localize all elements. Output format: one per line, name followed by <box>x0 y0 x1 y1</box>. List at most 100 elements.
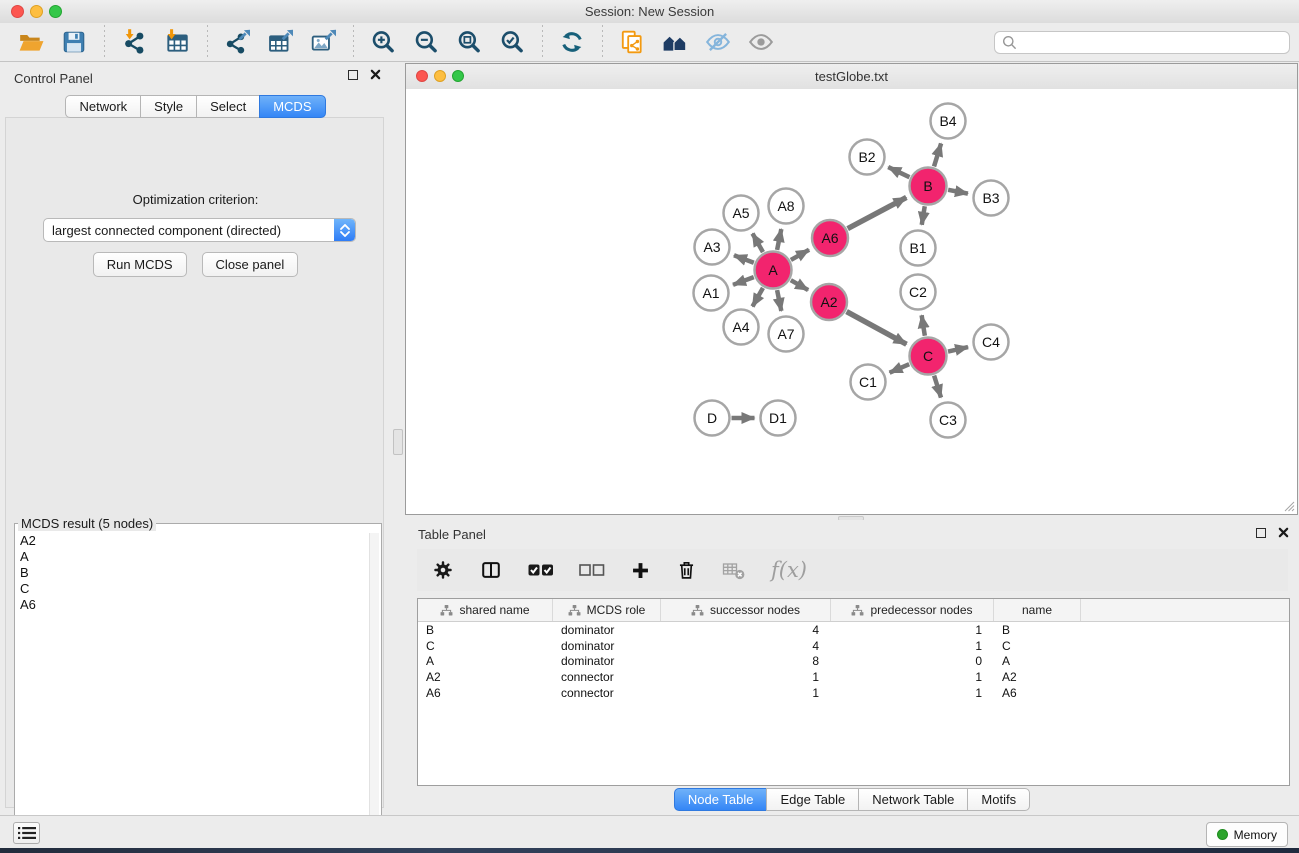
graph-edge-A2-C[interactable] <box>847 312 907 345</box>
mcds-result-item[interactable]: A2 <box>20 533 381 549</box>
network-window-titlebar[interactable]: testGlobe.txt <box>406 64 1297 90</box>
hide-selected-button[interactable] <box>699 25 737 59</box>
graph-edge-A-A6[interactable] <box>791 250 809 260</box>
table-tab-motifs[interactable]: Motifs <box>967 788 1030 811</box>
tab-mcds[interactable]: MCDS <box>259 95 325 118</box>
graph-node-B1[interactable]: B1 <box>901 231 936 266</box>
graph-node-C2[interactable]: C2 <box>901 275 936 310</box>
task-history-button[interactable] <box>13 822 40 844</box>
table-tab-edge-table[interactable]: Edge Table <box>766 788 859 811</box>
graph-node-A6[interactable]: A6 <box>812 220 848 256</box>
zoom-out-button[interactable] <box>407 25 445 59</box>
mcds-result-item[interactable]: A <box>20 549 381 565</box>
tab-style[interactable]: Style <box>140 95 197 118</box>
graph-node-B4[interactable]: B4 <box>931 104 966 139</box>
column-header-name[interactable]: name <box>994 599 1081 621</box>
zoom-in-button[interactable] <box>364 25 402 59</box>
refresh-button[interactable] <box>553 25 591 59</box>
show-columns-button[interactable] <box>479 559 503 581</box>
export-image-button[interactable] <box>304 25 342 59</box>
graph-edge-B-B4[interactable] <box>934 143 941 166</box>
table-tab-node-table[interactable]: Node Table <box>674 788 768 811</box>
graph-node-C[interactable]: C <box>910 338 947 375</box>
export-network-button[interactable] <box>218 25 256 59</box>
table-row[interactable]: A6connector11A6 <box>418 685 1289 701</box>
zoom-selected-button[interactable] <box>493 25 531 59</box>
graph-edge-A-A5[interactable] <box>753 233 763 252</box>
graph-edge-A6-B[interactable] <box>848 197 907 228</box>
graph-node-A3[interactable]: A3 <box>695 230 730 265</box>
graph-node-D1[interactable]: D1 <box>761 401 796 436</box>
close-panel-icon[interactable] <box>370 69 381 80</box>
mcds-result-item[interactable]: A6 <box>20 597 381 613</box>
delete-column-button[interactable] <box>676 559 697 581</box>
table-row[interactable]: Adominator80A <box>418 654 1289 670</box>
graph-node-D[interactable]: D <box>695 401 730 436</box>
import-network-button[interactable] <box>115 25 153 59</box>
graph-node-B[interactable]: B <box>910 168 947 205</box>
close-table-panel-icon[interactable] <box>1278 527 1289 538</box>
float-panel-icon[interactable] <box>348 70 358 80</box>
search-input[interactable] <box>1022 34 1289 51</box>
column-header-predecessor-nodes[interactable]: predecessor nodes <box>831 599 994 621</box>
graph-node-B2[interactable]: B2 <box>850 140 885 175</box>
graph-edge-A-A7[interactable] <box>777 290 781 311</box>
open-session-button[interactable] <box>12 25 50 59</box>
graph-edge-C-C1[interactable] <box>890 364 910 373</box>
import-table-button[interactable] <box>158 25 196 59</box>
tab-select[interactable]: Select <box>196 95 260 118</box>
add-column-button[interactable] <box>630 560 651 581</box>
export-table-button[interactable] <box>261 25 299 59</box>
graph-edge-A-A4[interactable] <box>753 288 763 307</box>
run-mcds-button[interactable]: Run MCDS <box>93 252 187 277</box>
graph-edge-A-A8[interactable] <box>777 229 781 250</box>
table-row[interactable]: A2connector11A2 <box>418 669 1289 685</box>
close-panel-button[interactable]: Close panel <box>202 252 299 277</box>
graph-edge-C-C4[interactable] <box>948 347 968 351</box>
home-button[interactable] <box>656 25 694 59</box>
optimization-criterion-dropdown[interactable]: largest connected component (directed) <box>43 218 356 242</box>
tab-network[interactable]: Network <box>65 95 141 118</box>
memory-button[interactable]: Memory <box>1206 822 1288 847</box>
graph-node-B3[interactable]: B3 <box>974 181 1009 216</box>
result-scrollbar[interactable] <box>369 533 379 853</box>
search-field[interactable] <box>994 31 1290 54</box>
duplicate-network-button[interactable] <box>613 25 651 59</box>
mcds-result-item[interactable]: C <box>20 581 381 597</box>
graph-node-C4[interactable]: C4 <box>974 325 1009 360</box>
float-table-panel-icon[interactable] <box>1256 528 1266 538</box>
graph-node-A2[interactable]: A2 <box>811 284 847 320</box>
graph-edge-C-C3[interactable] <box>934 376 941 398</box>
column-header-shared-name[interactable]: shared name <box>418 599 553 621</box>
window-resize-grip[interactable] <box>1283 500 1295 512</box>
deselect-all-button[interactable] <box>579 562 605 578</box>
graph-edge-A-A1[interactable] <box>733 277 754 285</box>
graph-node-A1[interactable]: A1 <box>694 276 729 311</box>
table-tab-network-table[interactable]: Network Table <box>858 788 968 811</box>
column-header-mcds-role[interactable]: MCDS role <box>553 599 661 621</box>
graph-edge-C-C2[interactable] <box>922 315 925 336</box>
zoom-fit-button[interactable] <box>450 25 488 59</box>
graph-node-A[interactable]: A <box>755 252 792 289</box>
vertical-split-grabber[interactable] <box>393 429 403 455</box>
table-row[interactable]: Bdominator41B <box>418 622 1289 638</box>
table-settings-button[interactable] <box>432 559 454 581</box>
save-session-button[interactable] <box>55 25 93 59</box>
show-all-button[interactable] <box>742 25 780 59</box>
graph-edge-B-B1[interactable] <box>922 206 925 225</box>
network-canvas[interactable]: A A1 A2 A3 A4 A5 A6 A7 A8 B B1 B2 B3 B4 C C1 C2 C3 C4 D D1 <box>406 89 1297 514</box>
table-row[interactable]: Cdominator41C <box>418 638 1289 654</box>
mcds-result-item[interactable]: B <box>20 565 381 581</box>
graph-edge-B-B3[interactable] <box>948 190 968 194</box>
select-all-button[interactable] <box>528 562 554 578</box>
graph-node-A8[interactable]: A8 <box>769 189 804 224</box>
graph-edge-A-A2[interactable] <box>791 280 808 290</box>
graph-node-C3[interactable]: C3 <box>931 403 966 438</box>
graph-node-A7[interactable]: A7 <box>769 317 804 352</box>
graph-edge-B-B2[interactable] <box>888 167 909 177</box>
graph-node-A5[interactable]: A5 <box>724 196 759 231</box>
column-header-successor-nodes[interactable]: successor nodes <box>661 599 831 621</box>
graph-node-A4[interactable]: A4 <box>724 310 759 345</box>
graph-edge-A-A3[interactable] <box>734 255 754 262</box>
graph-node-C1[interactable]: C1 <box>851 365 886 400</box>
